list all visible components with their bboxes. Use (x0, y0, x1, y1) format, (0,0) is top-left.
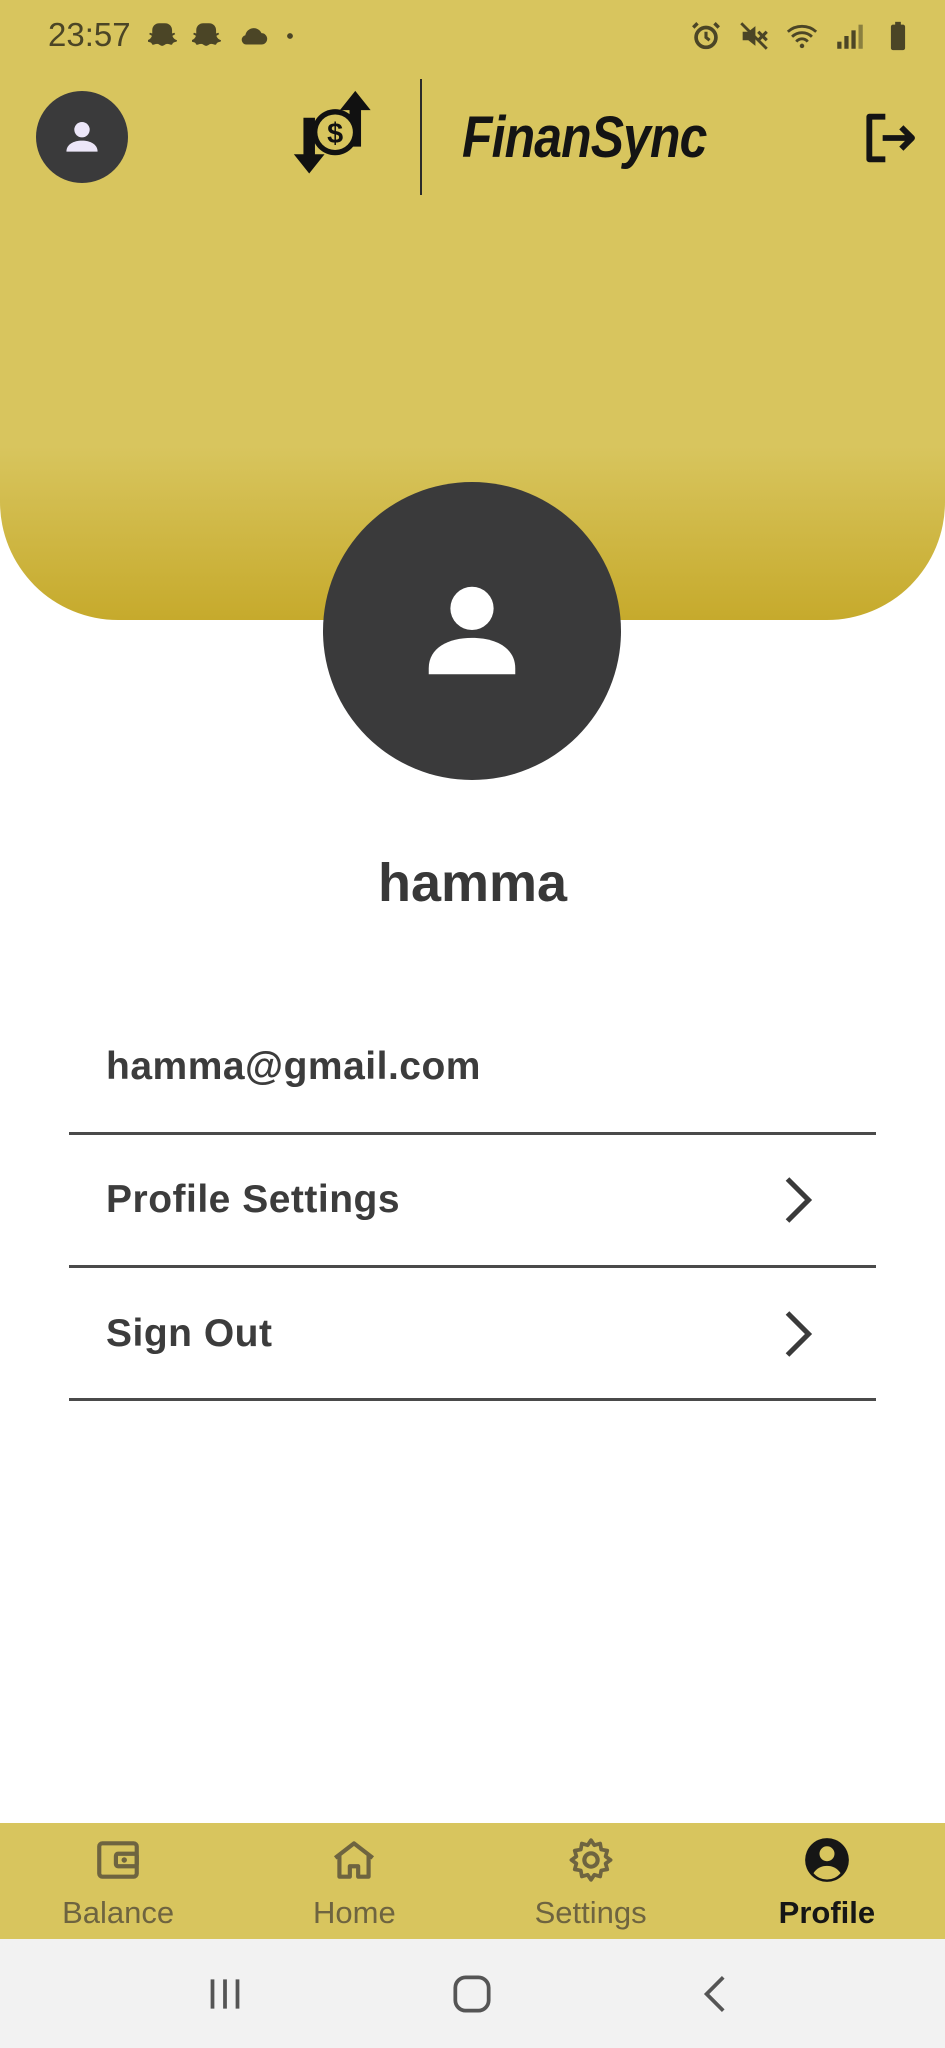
bottom-navigation: Balance Home Settings Profile (0, 1823, 945, 1939)
snapchat-icon (148, 23, 178, 46)
cloud-icon (241, 28, 268, 45)
nav-balance-label: Balance (62, 1895, 175, 1930)
nav-home[interactable]: Home (236, 1823, 472, 1939)
sign-out-label: Sign Out (106, 1312, 273, 1355)
system-navigation-bar (0, 1939, 945, 2048)
battery-icon (890, 21, 906, 51)
nav-profile-label: Profile (778, 1895, 876, 1930)
chevron-right-icon (785, 1311, 813, 1357)
svg-text:$: $ (327, 118, 343, 150)
divider (69, 1265, 876, 1268)
nav-settings[interactable]: Settings (473, 1823, 709, 1939)
signal-icon (837, 24, 863, 49)
account-circle-icon (805, 1838, 849, 1882)
email-text: hamma@gmail.com (106, 1045, 481, 1088)
home-icon (334, 1841, 375, 1879)
alarm-icon (692, 22, 720, 50)
nav-balance[interactable]: Balance (0, 1823, 236, 1939)
username: hamma (377, 853, 568, 913)
nav-profile[interactable]: Profile (709, 1823, 945, 1939)
recents-icon[interactable] (200, 1969, 250, 2019)
profile-avatar-button[interactable] (36, 91, 128, 183)
person-icon (428, 586, 516, 675)
mute-icon (740, 22, 768, 50)
gear-icon (569, 1838, 613, 1882)
status-bar: 23:57 (0, 0, 945, 72)
person-icon (66, 121, 98, 152)
chevron-right-icon (785, 1177, 813, 1223)
app-name: FinanSync (462, 104, 707, 170)
profile-avatar-large (323, 482, 621, 780)
system-status-icons (689, 18, 915, 54)
logout-icon[interactable] (856, 106, 920, 170)
snapchat-icon (192, 23, 222, 46)
dot-icon (287, 33, 293, 39)
notification-icons (148, 18, 300, 54)
wallet-icon (97, 1841, 139, 1879)
sign-out-row[interactable]: Sign Out (69, 1269, 876, 1399)
money-transfer-icon: $ (293, 90, 371, 174)
logo-divider (420, 79, 422, 195)
wifi-icon (786, 24, 818, 49)
home-circle-icon[interactable] (447, 1969, 497, 2019)
back-icon[interactable] (692, 1969, 742, 2019)
profile-settings-row[interactable]: Profile Settings (69, 1135, 876, 1265)
divider (69, 1398, 876, 1401)
app-logo: $ FinanSync (290, 78, 746, 196)
nav-home-label: Home (313, 1895, 396, 1930)
status-time: 23:57 (48, 16, 131, 53)
nav-settings-label: Settings (534, 1895, 647, 1930)
profile-settings-label: Profile Settings (106, 1178, 401, 1221)
